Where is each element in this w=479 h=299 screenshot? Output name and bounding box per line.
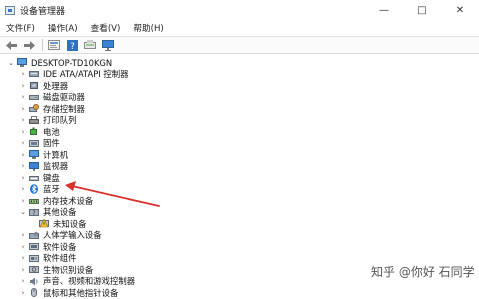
annotation-arrow — [65, 181, 160, 207]
watermark: 知乎 @你好 石同学 — [371, 265, 475, 279]
